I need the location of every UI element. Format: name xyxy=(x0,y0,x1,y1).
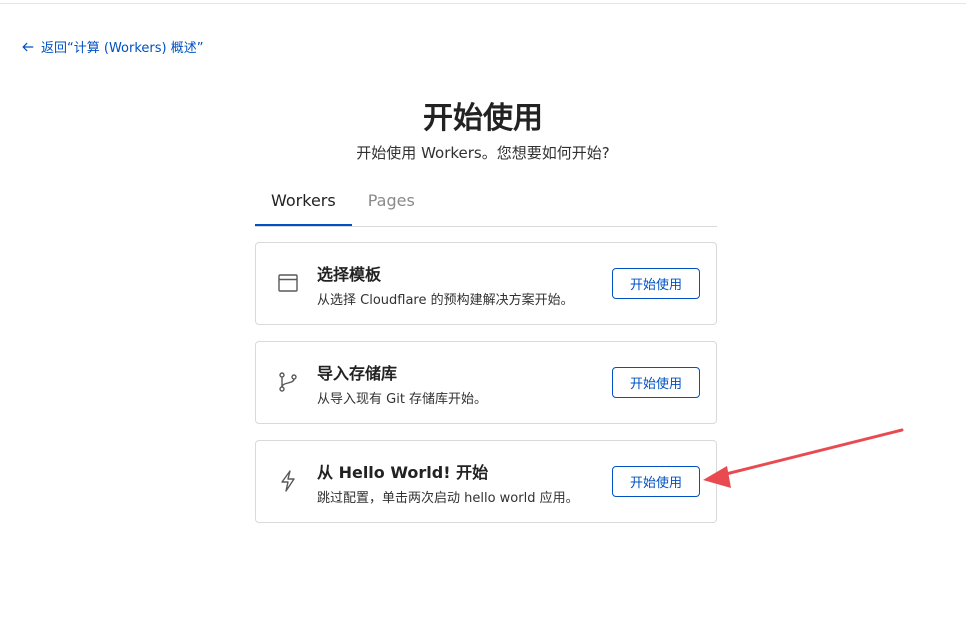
card-title: 选择模板 xyxy=(317,265,382,284)
card-description: 跳过配置，单击两次启动 hello world 应用。 xyxy=(317,491,579,506)
browser-window-icon xyxy=(276,271,300,295)
card-title: 从 Hello World! 开始 xyxy=(317,463,489,482)
card-select-template: 选择模板 从选择 Cloudflare 的预构建解决方案开始。 开始使用 xyxy=(255,242,717,325)
card-title: 导入存储库 xyxy=(317,364,398,383)
get-started-button[interactable]: 开始使用 xyxy=(612,466,700,497)
page-subtitle: 开始使用 Workers。您想要如何开始? xyxy=(356,144,610,162)
card-description: 从选择 Cloudflare 的预构建解决方案开始。 xyxy=(317,293,574,308)
top-divider xyxy=(0,3,966,4)
back-link-label: 返回“计算 (Workers) 概述” xyxy=(41,41,204,56)
arrow-left-icon xyxy=(22,42,34,51)
get-started-button[interactable]: 开始使用 xyxy=(612,268,700,299)
card-import-repository: 导入存储库 从导入现有 Git 存储库开始。 开始使用 xyxy=(255,341,717,424)
tab-bar: Workers Pages xyxy=(255,184,717,227)
page-title: 开始使用 xyxy=(423,101,543,136)
tab-workers[interactable]: Workers xyxy=(255,184,352,226)
card-hello-world: 从 Hello World! 开始 跳过配置，单击两次启动 hello worl… xyxy=(255,440,717,523)
lightning-bolt-icon xyxy=(276,469,300,493)
git-branch-icon xyxy=(276,370,300,394)
get-started-button[interactable]: 开始使用 xyxy=(612,367,700,398)
back-link[interactable]: 返回“计算 (Workers) 概述” xyxy=(21,37,203,56)
tab-pages[interactable]: Pages xyxy=(352,184,431,226)
card-description: 从导入现有 Git 存储库开始。 xyxy=(317,392,488,407)
